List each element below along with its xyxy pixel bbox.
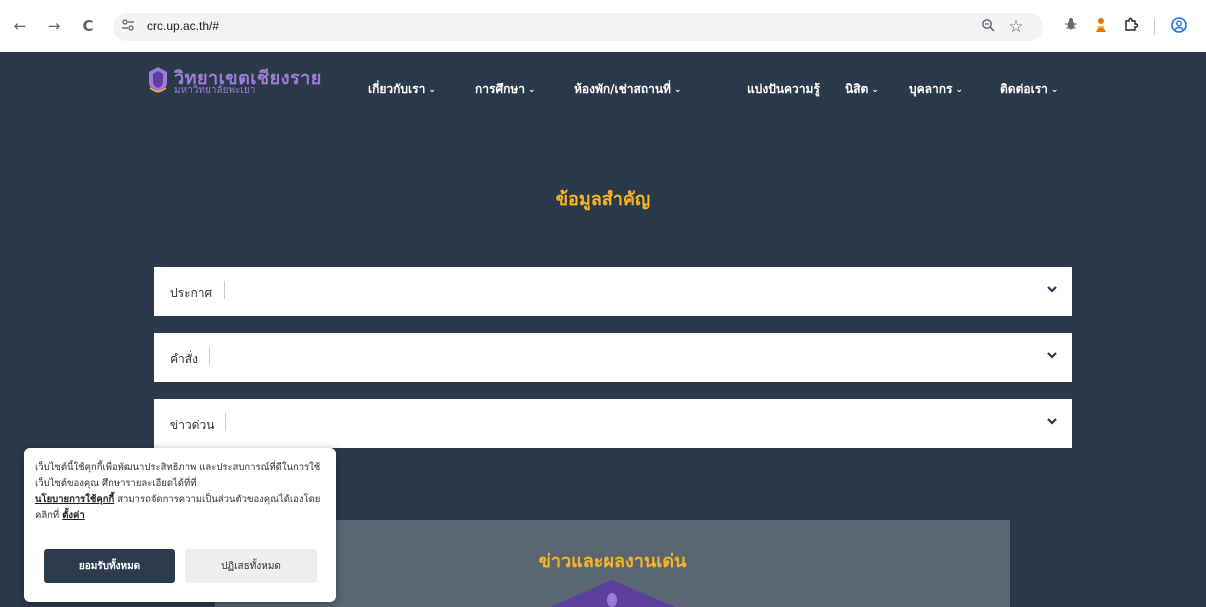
back-button[interactable]: ←: [10, 16, 30, 36]
logo-subtitle: มหาวิทยาลัยพะเยา: [174, 85, 256, 96]
reload-button[interactable]: C: [78, 16, 98, 36]
site-logo[interactable]: วิทยาเขตเชียงราย มหาวิทยาลัยพะเยา: [146, 64, 336, 104]
back-arrow-icon: ←: [13, 17, 27, 35]
forward-button[interactable]: →: [44, 16, 64, 36]
accept-all-button[interactable]: ยอมรับทั้งหมด: [44, 549, 175, 583]
browser-toolbar: ← → C crc.up.ac.th/# ☆: [0, 0, 1206, 52]
divider: [209, 347, 210, 365]
chevron-down-icon: [1047, 286, 1057, 293]
bug-icon[interactable]: [1062, 17, 1080, 35]
nav-item-label: นิสิต: [845, 82, 869, 96]
cookie-consent-banner: เว็บไซต์นี้ใช้คุกกี้เพื่อพัฒนาประสิทธิภา…: [24, 448, 336, 602]
forward-arrow-icon: →: [47, 17, 61, 35]
accordion-announcements[interactable]: ประกาศ: [154, 267, 1072, 316]
nav-item-rooms[interactable]: ห้องพัก/เช่าสถานที่ ⌄: [574, 80, 682, 99]
person-extension-icon[interactable]: [1092, 17, 1110, 35]
nav-item-label: เกี่ยวกับเรา: [368, 82, 426, 96]
chevron-down-icon: ⌄: [871, 85, 879, 95]
nav-item-contact[interactable]: ติดต่อเรา ⌄: [1000, 80, 1058, 99]
nav-item-knowledge[interactable]: แบ่งปันความรู้: [747, 80, 820, 99]
reject-all-button[interactable]: ปฏิเสธทั้งหมด: [185, 549, 317, 583]
nav-item-education[interactable]: การศึกษา ⌄: [475, 80, 536, 99]
chevron-down-icon: [1047, 418, 1057, 425]
site-info-icon[interactable]: [119, 18, 137, 36]
address-bar[interactable]: crc.up.ac.th/# ☆: [113, 13, 1043, 41]
cookie-text-intro: เว็บไซต์นี้ใช้คุกกี้เพื่อพัฒนาประสิทธิภา…: [35, 462, 321, 489]
nav-item-about[interactable]: เกี่ยวกับเรา ⌄: [368, 80, 436, 99]
zoom-icon[interactable]: [979, 18, 997, 36]
logo-emblem-icon: [149, 67, 167, 93]
university-emblem-icon: [550, 580, 675, 607]
puzzle-icon[interactable]: [1122, 17, 1140, 35]
chevron-down-icon: ⌄: [955, 85, 963, 95]
divider: [225, 413, 226, 431]
cookie-settings-link[interactable]: ตั้งค่า: [62, 510, 85, 521]
toolbar-separator: [1154, 19, 1155, 35]
nav-item-label: ห้องพัก/เช่าสถานที่: [574, 82, 671, 96]
cookie-message: เว็บไซต์นี้ใช้คุกกี้เพื่อพัฒนาประสิทธิภา…: [35, 460, 327, 524]
main-nav: เกี่ยวกับเรา ⌄ การศึกษา ⌄ ห้องพัก/เช่าสถาน…: [368, 80, 1086, 96]
chevron-down-icon: [1047, 352, 1057, 359]
bookmark-star-icon[interactable]: ☆: [1007, 18, 1025, 36]
nav-item-students[interactable]: นิสิต ⌄: [845, 80, 879, 99]
cookie-policy-link[interactable]: นโยบายการใช้คุกกี้: [35, 494, 114, 505]
nav-item-label: การศึกษา: [475, 82, 525, 96]
url-text[interactable]: crc.up.ac.th/#: [147, 19, 219, 33]
nav-item-label: แบ่งปันความรู้: [747, 82, 820, 96]
accordion-label: ประกาศ: [170, 286, 213, 300]
section-title: ข้อมูลสำคัญ: [555, 189, 651, 210]
chevron-down-icon: ⌄: [428, 85, 436, 95]
chevron-down-icon: ⌄: [673, 85, 682, 95]
reload-icon: C: [82, 17, 94, 35]
profile-icon[interactable]: [1170, 17, 1188, 35]
accordion-label: ข่าวด่วน: [170, 418, 215, 432]
nav-item-staff[interactable]: บุคลากร ⌄: [909, 80, 963, 99]
chevron-down-icon: ⌄: [1050, 85, 1059, 95]
divider: [224, 281, 225, 299]
accordion-orders[interactable]: คำสั่ง: [154, 333, 1072, 382]
chevron-down-icon: ⌄: [527, 85, 536, 95]
accordion-label: คำสั่ง: [170, 352, 198, 366]
nav-item-label: ติดต่อเรา: [1000, 82, 1048, 96]
accordion-breaking-news[interactable]: ข่าวด่วน: [154, 399, 1072, 448]
nav-item-label: บุคลากร: [909, 82, 953, 96]
